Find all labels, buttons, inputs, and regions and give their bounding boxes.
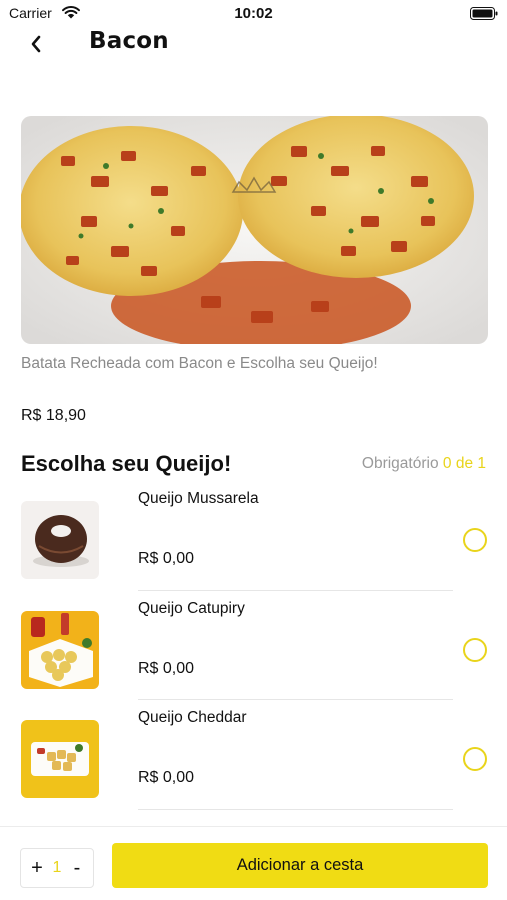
- option-item-catupiry[interactable]: Queijo Catupiry R$ 0,00: [0, 599, 507, 709]
- divider: [138, 589, 453, 591]
- required-label: Obrigatório: [361, 455, 439, 472]
- option-radio-button[interactable]: [463, 528, 487, 552]
- header: Bacon: [0, 28, 507, 64]
- option-name: Queijo Catupiry: [138, 599, 245, 617]
- option-name: Queijo Mussarela: [138, 490, 259, 507]
- option-thumbnail: [21, 610, 99, 689]
- option-thumbnail: [21, 501, 99, 579]
- page-title: Bacon: [89, 28, 169, 54]
- product-price: R$ 18,90: [21, 407, 86, 424]
- status-clock: 10:02: [234, 5, 273, 22]
- option-price: R$ 0,00: [138, 659, 195, 677]
- chevron-left-icon: [31, 35, 41, 53]
- option-radio-button[interactable]: [463, 747, 487, 771]
- battery-icon: [470, 7, 498, 20]
- options-list: Queijo Mussarela R$ 0,00 Queijo Catupiry…: [0, 489, 507, 818]
- product-description: Batata Recheada com Bacon e Escolha seu …: [21, 355, 378, 372]
- section-title: Escolha seu Queijo!: [21, 451, 232, 476]
- decrease-button[interactable]: -: [69, 857, 85, 880]
- option-radio-button[interactable]: [463, 637, 487, 662]
- back-button[interactable]: [24, 30, 48, 58]
- status-bar: Carrier 10:02: [0, 0, 507, 28]
- required-indicator: Obrigatório 0 de 1: [362, 455, 486, 473]
- option-item-cheddar[interactable]: Queijo Cheddar R$ 0,00: [0, 708, 507, 818]
- add-to-basket-button[interactable]: Adicionar a cesta: [112, 843, 488, 888]
- divider: [138, 699, 453, 700]
- product-image: [21, 116, 488, 344]
- option-name: Queijo Cheddar: [138, 709, 247, 726]
- quantity-value: 1: [52, 859, 62, 876]
- increase-button[interactable]: +: [29, 857, 45, 880]
- bottom-bar: + 1 - Adicionar a cesta: [0, 826, 507, 900]
- option-price: R$ 0,00: [138, 769, 195, 786]
- required-count: 0 de 1: [442, 455, 486, 472]
- option-item-mussarela[interactable]: Queijo Mussarela R$ 0,00: [0, 489, 507, 599]
- option-thumbnail: [21, 720, 99, 798]
- option-price: R$ 0,00: [138, 550, 195, 567]
- divider: [138, 808, 453, 810]
- quantity-stepper: + 1 -: [20, 848, 94, 888]
